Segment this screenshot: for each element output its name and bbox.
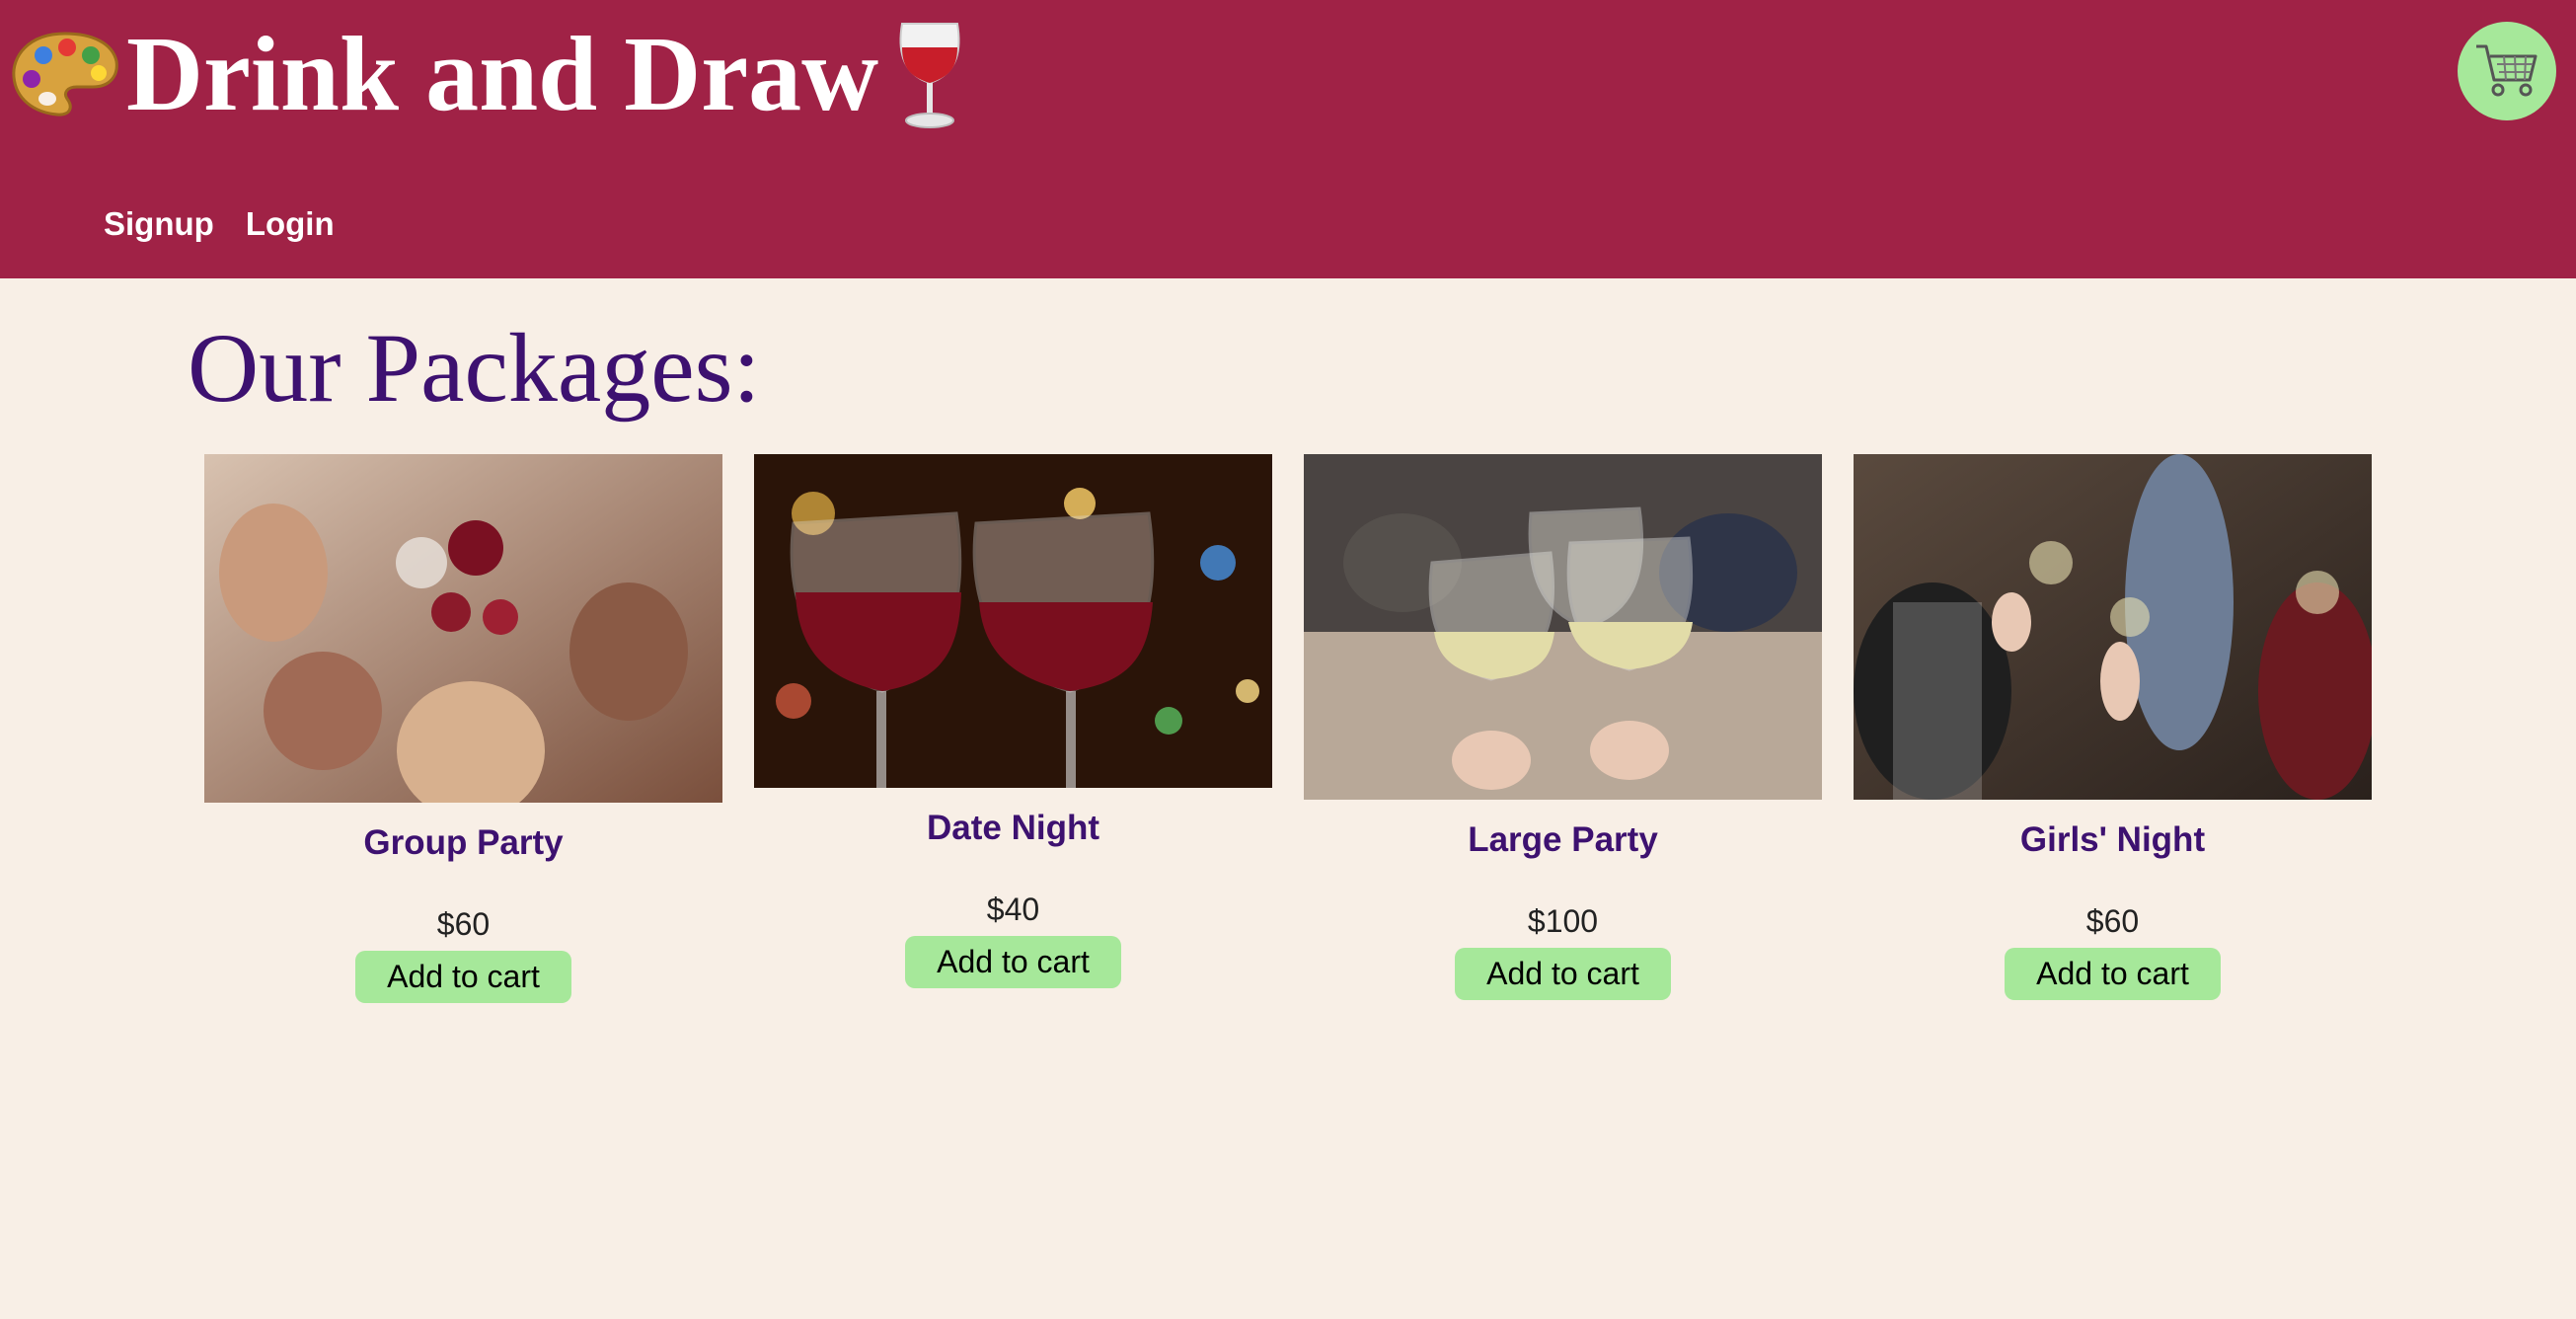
- page-title: Our Packages:: [188, 313, 761, 423]
- add-to-cart-button[interactable]: Add to cart: [1455, 948, 1671, 1001]
- package-card-large-party: Large Party $100 Add to cart: [1304, 454, 1822, 1001]
- brand: Drink and Draw: [8, 6, 971, 144]
- package-card-girls-night: Girls' Night $60 Add to cart: [1854, 454, 2372, 1001]
- package-photo: [754, 454, 1272, 788]
- package-name: Group Party: [363, 823, 564, 862]
- package-price: $100: [1527, 903, 1599, 939]
- site-header: Drink and Draw Signup Login: [0, 0, 2576, 278]
- main-nav: Signup Login: [104, 205, 335, 243]
- package-name: Girls' Night: [2019, 820, 2206, 859]
- package-price: $40: [986, 892, 1040, 927]
- nav-signup-link[interactable]: Signup: [104, 205, 214, 243]
- package-price: $60: [2085, 903, 2140, 939]
- palette-icon: [12, 32, 118, 116]
- package-name: Large Party: [1468, 820, 1658, 859]
- package-card-date-night: Date Night $40 Add to cart: [754, 454, 1272, 989]
- package-name: Date Night: [927, 809, 1099, 847]
- wine-glass-icon: [899, 23, 960, 128]
- package-price: $60: [436, 906, 491, 942]
- package-photo: [204, 454, 722, 803]
- add-to-cart-button[interactable]: Add to cart: [2005, 948, 2221, 1001]
- add-to-cart-button[interactable]: Add to cart: [905, 936, 1121, 989]
- nav-login-link[interactable]: Login: [246, 205, 335, 243]
- package-card-group-party: Group Party $60 Add to cart: [204, 454, 722, 1004]
- cart-button[interactable]: [2458, 22, 2556, 120]
- package-photo: [1854, 454, 2372, 800]
- site-title: Drink and Draw: [126, 16, 879, 133]
- add-to-cart-button[interactable]: Add to cart: [355, 951, 571, 1004]
- shopping-cart-icon: [2476, 44, 2538, 97]
- package-photo: [1304, 454, 1822, 800]
